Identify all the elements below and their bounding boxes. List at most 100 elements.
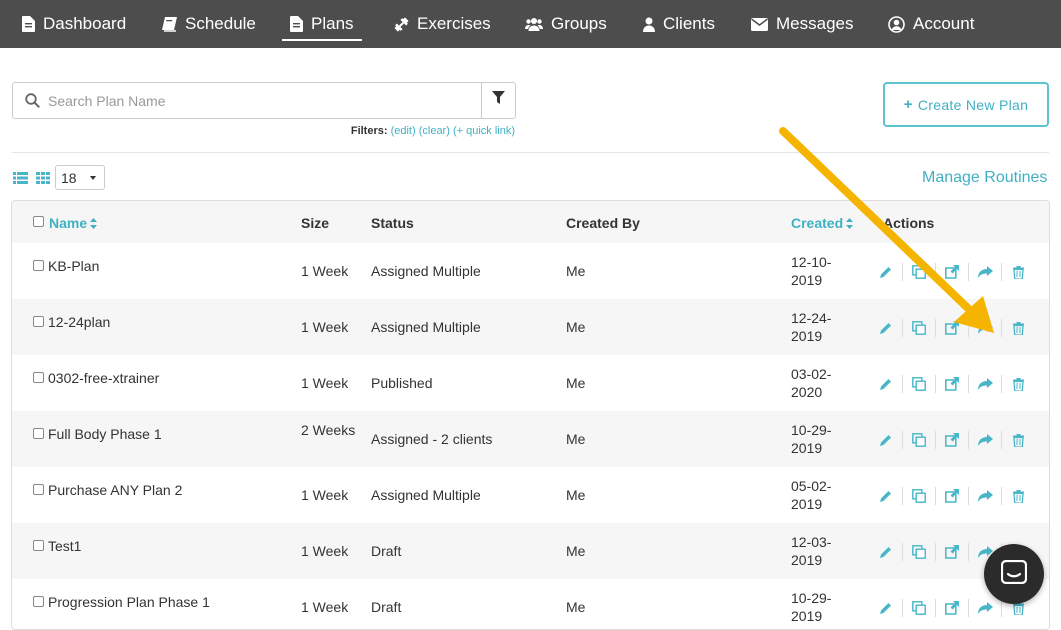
trash-action[interactable]	[1001, 263, 1034, 281]
external-link-action[interactable]	[935, 599, 968, 617]
filters-edit-link[interactable]: (edit)	[391, 125, 416, 137]
external-link-action[interactable]	[935, 319, 968, 337]
row-checkbox[interactable]	[33, 596, 44, 607]
nav-exercises[interactable]: Exercises	[394, 0, 491, 48]
edit-action[interactable]	[876, 319, 902, 337]
table-row[interactable]: Progression Plan Phase 1 1 Week Draft Me 10-…	[12, 579, 1049, 629]
grid-view-icon[interactable]	[36, 171, 50, 189]
copy-action[interactable]	[902, 319, 935, 337]
copy-action[interactable]	[902, 263, 935, 281]
copy-action[interactable]	[902, 487, 935, 505]
external-link-action[interactable]	[935, 487, 968, 505]
header-name[interactable]: Name	[49, 215, 98, 232]
plus-icon: +	[903, 96, 913, 113]
external-link-icon	[945, 489, 959, 503]
table-row[interactable]: Test1 1 Week Draft Me 12-03- 2019	[12, 523, 1049, 579]
external-link-icon	[945, 433, 959, 447]
row-checkbox[interactable]	[33, 260, 44, 271]
date-line: 03-02-	[791, 366, 832, 382]
user-icon	[643, 17, 655, 32]
edit-action[interactable]	[876, 543, 902, 561]
row-actions	[876, 319, 1034, 337]
search-box	[12, 82, 482, 119]
select-all-checkbox[interactable]	[33, 216, 44, 227]
share-action[interactable]	[968, 375, 1001, 393]
nav-groups[interactable]: Groups	[525, 0, 607, 48]
per-page-select[interactable]: 18	[55, 165, 105, 190]
filter-icon	[492, 91, 505, 110]
filters-clear-link[interactable]: (clear)	[419, 125, 450, 137]
sort-icon	[90, 216, 98, 232]
table-row[interactable]: 0302-free-xtrainer 1 Week Published Me 03-02…	[12, 355, 1049, 411]
edit-action[interactable]	[876, 263, 902, 281]
share-action[interactable]	[968, 263, 1001, 281]
row-checkbox[interactable]	[33, 316, 44, 327]
edit-action[interactable]	[876, 431, 902, 449]
trash-action[interactable]	[1001, 431, 1034, 449]
edit-action[interactable]	[876, 487, 902, 505]
date-line: 12-03-	[791, 534, 832, 550]
trash-icon	[1012, 489, 1024, 503]
copy-action[interactable]	[902, 599, 935, 617]
manage-routines-link[interactable]: Manage Routines	[922, 169, 1047, 187]
nav-dashboard[interactable]: Dashboard	[22, 0, 126, 48]
plan-name[interactable]: Purchase ANY Plan 2	[48, 481, 182, 499]
plan-name[interactable]: KB-Plan	[48, 257, 99, 275]
trash-action[interactable]	[1001, 487, 1034, 505]
copy-action[interactable]	[902, 431, 935, 449]
nav-clients[interactable]: Clients	[643, 0, 715, 48]
table-header: Name Size Status Created By Created Acti…	[12, 201, 1049, 243]
plan-name[interactable]: Progression Plan Phase 1	[48, 593, 210, 611]
external-link-action[interactable]	[935, 375, 968, 393]
row-checkbox[interactable]	[33, 428, 44, 439]
share-action[interactable]	[968, 319, 1001, 337]
copy-action[interactable]	[902, 543, 935, 561]
plan-created-date: 05-02- 2019	[791, 477, 841, 513]
document-icon	[290, 16, 303, 32]
envelope-icon	[751, 17, 768, 31]
table-row[interactable]: Full Body Phase 1 2 Weeks Assigned - 2 cli…	[12, 411, 1049, 467]
plan-name[interactable]: 0302-free-xtrainer	[48, 369, 159, 387]
caret-down-icon	[90, 176, 96, 180]
copy-action[interactable]	[902, 375, 935, 393]
external-link-action[interactable]	[935, 543, 968, 561]
nav-plans[interactable]: Plans	[282, 0, 362, 48]
share-action[interactable]	[968, 431, 1001, 449]
trash-action[interactable]	[1001, 319, 1034, 337]
plan-name[interactable]: Full Body Phase 1	[48, 425, 162, 443]
document-icon	[22, 16, 35, 32]
share-action[interactable]	[968, 599, 1001, 617]
nav-messages[interactable]: Messages	[751, 0, 853, 48]
chat-launcher-button[interactable]	[984, 544, 1044, 604]
table-row[interactable]: Purchase ANY Plan 2 1 Week Assigned Multip…	[12, 467, 1049, 523]
external-link-action[interactable]	[935, 431, 968, 449]
row-checkbox[interactable]	[33, 540, 44, 551]
nav-schedule[interactable]: Schedule	[162, 0, 256, 48]
edit-action[interactable]	[876, 375, 902, 393]
list-view-icon[interactable]	[13, 171, 28, 189]
plan-size: 1 Week	[301, 375, 349, 391]
share-icon	[977, 377, 993, 391]
plan-name[interactable]: Test1	[48, 537, 81, 555]
row-checkbox[interactable]	[33, 484, 44, 495]
filters-quick-link[interactable]: (+ quick link)	[453, 125, 515, 137]
share-icon	[977, 321, 993, 335]
table-row[interactable]: KB-Plan 1 Week Assigned Multiple Me 12-10- 20…	[12, 243, 1049, 299]
external-link-action[interactable]	[935, 263, 968, 281]
filters-line: Filters: (edit) (clear) (+ quick link)	[351, 125, 515, 137]
plan-name[interactable]: 12-24plan	[48, 313, 110, 331]
trash-action[interactable]	[1001, 375, 1034, 393]
nav-account[interactable]: Account	[888, 0, 974, 48]
edit-action[interactable]	[876, 599, 902, 617]
nav-label: Clients	[663, 14, 715, 33]
search-input[interactable]	[48, 92, 468, 109]
row-checkbox[interactable]	[33, 372, 44, 383]
create-new-plan-button[interactable]: + Create New Plan	[883, 82, 1049, 127]
table-row[interactable]: 12-24plan 1 Week Assigned Multiple Me 12-24-…	[12, 299, 1049, 355]
filter-button[interactable]	[481, 82, 516, 119]
share-action[interactable]	[968, 487, 1001, 505]
plan-created-date: 03-02- 2020	[791, 365, 841, 401]
header-created[interactable]: Created	[791, 215, 854, 232]
header-created-label: Created	[791, 215, 844, 231]
nav-label: Account	[913, 14, 975, 33]
